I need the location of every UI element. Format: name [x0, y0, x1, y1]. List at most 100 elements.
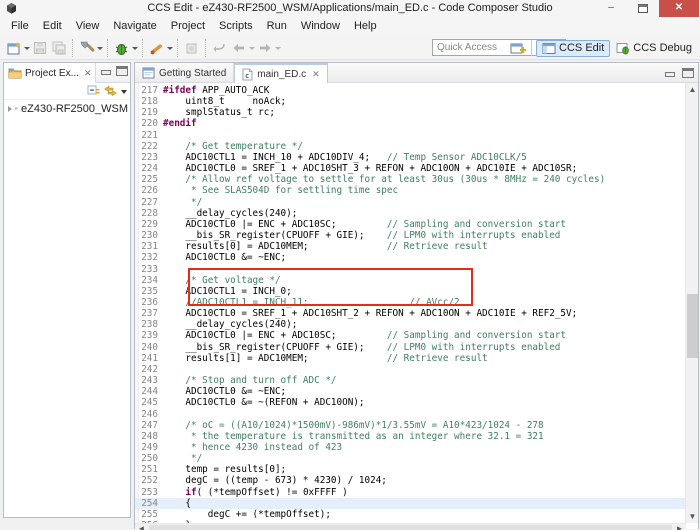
workbench-area: Project Ex... ✕ eZ430-RF2500_WSM — [0, 60, 700, 529]
toolbar-separator — [107, 39, 108, 57]
code-line-232[interactable]: 232 ADC10CTL0 &= ~ENC; — [135, 252, 686, 263]
code-line-255[interactable]: 255 degC += (*tempOffset); — [135, 509, 686, 520]
scroll-down-icon[interactable]: ▼ — [686, 510, 699, 523]
code-line-254[interactable]: 254 { — [135, 498, 686, 509]
vertical-scroll-thumb[interactable] — [687, 294, 698, 358]
code-line-246[interactable]: 246 — [135, 409, 686, 420]
line-number: 230 — [135, 230, 158, 241]
open-perspective-icon[interactable] — [509, 40, 526, 57]
debug-dropdown-arrow[interactable] — [131, 40, 138, 57]
menu-item-help[interactable]: Help — [347, 18, 384, 34]
code-line-227[interactable]: 227 */ — [135, 197, 686, 208]
vertical-scrollbar[interactable]: ▲ ▼ — [685, 83, 698, 523]
minimize-view-icon[interactable] — [664, 68, 676, 78]
code-line-245[interactable]: 245 ADC10CTL0 &= ~(REFON + ADC10ON); — [135, 397, 686, 408]
code-line-220[interactable]: 220#endif — [135, 118, 686, 129]
line-number: 225 — [135, 174, 158, 185]
code-line-226[interactable]: 226 * See SLAS504D for settling time spe… — [135, 185, 686, 196]
flash-icon[interactable] — [148, 40, 165, 57]
menu-item-run[interactable]: Run — [260, 18, 294, 34]
code-line-219[interactable]: 219 smplStatus_t rc; — [135, 107, 686, 118]
code-line-242[interactable]: 242 — [135, 364, 686, 375]
collapse-all-icon[interactable] — [87, 85, 100, 97]
project-explorer-tab[interactable]: Project Ex... ✕ — [4, 63, 96, 83]
menu-item-navigate[interactable]: Navigate — [106, 18, 163, 34]
maximize-button[interactable] — [630, 0, 656, 17]
build-dropdown-arrow[interactable] — [96, 40, 103, 57]
line-text: /* oC = ((A10/1024)*1500mV)-986mV)*1/3.5… — [158, 420, 544, 431]
close-button[interactable]: ✕ — [659, 0, 699, 17]
line-text: uint8_t noAck; — [158, 96, 286, 107]
line-text: ADC10CTL0 |= ENC + ADC10SC; // Sampling … — [158, 219, 566, 230]
line-text — [158, 264, 163, 275]
code-line-250[interactable]: 250 */ — [135, 453, 686, 464]
view-menu-icon[interactable] — [121, 90, 127, 94]
code-line-244[interactable]: 244 ADC10CTL0 &= ~ENC; — [135, 386, 686, 397]
code-line-230[interactable]: 230 __bis_SR_register(CPUOFF + GIE); // … — [135, 230, 686, 241]
code-line-243[interactable]: 243 /* Stop and turn off ADC */ — [135, 375, 686, 386]
menu-item-scripts[interactable]: Scripts — [212, 18, 260, 34]
flash-dropdown-arrow[interactable] — [166, 40, 173, 57]
line-number: 242 — [135, 364, 158, 375]
code-line-239[interactable]: 239 ADC10CTL0 |= ENC + ADC10SC; // Sampl… — [135, 330, 686, 341]
menu-item-window[interactable]: Window — [294, 18, 347, 34]
code-line-223[interactable]: 223 ADC10CTL1 = INCH_10 + ADC10DIV_4; //… — [135, 152, 686, 163]
minimize-button[interactable]: – — [598, 0, 624, 17]
menu-item-project[interactable]: Project — [164, 18, 212, 34]
code-line-231[interactable]: 231 results[0] = ADC10MEM; // Retrieve r… — [135, 241, 686, 252]
maximize-view-icon[interactable] — [116, 66, 128, 76]
horizontal-scroll-thumb[interactable] — [149, 525, 672, 530]
line-text: ADC10CTL0 &= ~(REFON + ADC10ON); — [158, 397, 365, 408]
menu-item-view[interactable]: View — [69, 18, 107, 34]
link-with-editor-icon[interactable] — [104, 85, 117, 97]
code-line-248[interactable]: 248 * the temperature is transmitted as … — [135, 431, 686, 442]
menu-item-edit[interactable]: Edit — [36, 18, 69, 34]
code-line-251[interactable]: 251 temp = results[0]; — [135, 464, 686, 475]
line-text: */ — [158, 197, 202, 208]
code-line-228[interactable]: 228 __delay_cycles(240); — [135, 208, 686, 219]
minimize-view-icon[interactable] — [100, 66, 112, 76]
code-line-253[interactable]: 253 if( (*tempOffset) != 0xFFFF ) — [135, 487, 686, 498]
tab-main-ed-c[interactable]: c main_ED.c ✕ — [234, 63, 327, 83]
maximize-view-icon[interactable] — [682, 68, 694, 78]
highlight-annotation-box — [188, 268, 473, 306]
code-line-252[interactable]: 252 degC = ((temp - 673) * 4230) / 1024; — [135, 475, 686, 486]
line-number: 240 — [135, 342, 158, 353]
code-editor[interactable]: 217#ifdef APP_AUTO_ACK218 uint8_t noAck;… — [135, 83, 686, 523]
code-line-225[interactable]: 225 /* Allow ref voltage to settle for a… — [135, 174, 686, 185]
code-line-229[interactable]: 229 ADC10CTL0 |= ENC + ADC10SC; // Sampl… — [135, 219, 686, 230]
line-text: ADC10CTL1 = INCH_10 + ADC10DIV_4; // Tem… — [158, 152, 527, 163]
code-line-249[interactable]: 249 * hence 4230 instead of 423 — [135, 442, 686, 453]
line-text: __delay_cycles(240); — [158, 319, 297, 330]
tab-getting-started[interactable]: Getting Started — [135, 63, 234, 83]
line-text: if( (*tempOffset) != 0xFFFF ) — [158, 487, 348, 498]
code-line-217[interactable]: 217#ifdef APP_AUTO_ACK — [135, 85, 686, 96]
new-dropdown-arrow[interactable] — [23, 40, 30, 57]
scroll-up-icon[interactable]: ▲ — [686, 83, 699, 96]
scroll-left-icon[interactable]: ◄ — [135, 524, 148, 530]
line-text: ADC10CTL0 &= ~ENC; — [158, 252, 286, 263]
line-number: 219 — [135, 107, 158, 118]
menu-item-file[interactable]: File — [4, 18, 36, 34]
close-icon[interactable]: ✕ — [82, 68, 92, 79]
code-line-218[interactable]: 218 uint8_t noAck; — [135, 96, 686, 107]
code-line-238[interactable]: 238 __delay_cycles(240); — [135, 319, 686, 330]
code-line-221[interactable]: 221 — [135, 130, 686, 141]
close-icon[interactable]: ✕ — [310, 69, 320, 80]
build-icon[interactable] — [78, 40, 95, 57]
debug-icon[interactable] — [113, 40, 130, 57]
tab-label: main_ED.c — [257, 69, 306, 80]
code-line-241[interactable]: 241 results[1] = ADC10MEM; // Retrieve r… — [135, 353, 686, 364]
code-line-240[interactable]: 240 __bis_SR_register(CPUOFF + GIE); // … — [135, 342, 686, 353]
tree-item-project[interactable]: eZ430-RF2500_WSM — [4, 100, 130, 117]
new-wizard-icon[interactable] — [5, 40, 22, 57]
code-line-224[interactable]: 224 ADC10CTL0 = SREF_1 + ADC10SHT_3 + RE… — [135, 163, 686, 174]
perspective-ccs-edit-button[interactable]: CCS Edit — [536, 40, 610, 57]
scroll-right-icon[interactable]: ► — [673, 524, 686, 530]
line-text: ADC10CTL0 = SREF_1 + ADC10SHT_2 + REFON … — [158, 308, 577, 319]
code-line-222[interactable]: 222 /* Get temperature */ — [135, 141, 686, 152]
code-line-237[interactable]: 237 ADC10CTL0 = SREF_1 + ADC10SHT_2 + RE… — [135, 308, 686, 319]
code-line-247[interactable]: 247 /* oC = ((A10/1024)*1500mV)-986mV)*1… — [135, 420, 686, 431]
perspective-ccs-debug-button[interactable]: CCS Debug — [610, 40, 698, 57]
expander-icon[interactable] — [8, 106, 12, 112]
